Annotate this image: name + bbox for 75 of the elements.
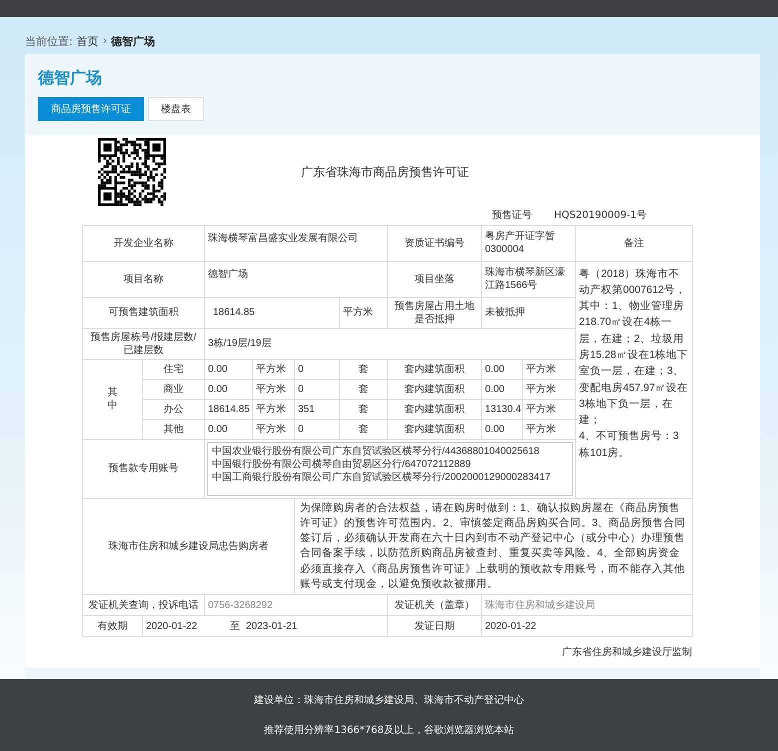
breadcrumb-link[interactable]: 首页 (76, 34, 99, 49)
certificate-title: 广东省珠海市商品房预售许可证 (301, 164, 469, 181)
table-cell: 平方米 (252, 399, 294, 420)
table-cell: 351 (294, 399, 340, 420)
table-cell: 套内建筑面积 (388, 359, 482, 380)
table-cell: 0.00 (204, 359, 252, 380)
account-line: 中国农业银行股份有限公司广东自贸试验区横琴分行/44368801040025618 (212, 444, 540, 458)
valid-to-date: 2023-01-21 (246, 620, 298, 632)
table-cell: 0.00 (204, 379, 252, 400)
table-cell: 平方米 (340, 297, 388, 328)
account-text-area[interactable]: 中国农业银行股份有限公司广东自贸试验区横琴分行/44368801040025618 中国银行股份有限公司横琴自由贸易区分行/647072112889 中国工商银行股份有限公司广东自贸试验区横琴分行/2002000129000283417 (207, 442, 573, 496)
table-cell: 发证机关（盖章） (388, 594, 482, 616)
table-cell: 可预售建筑面积 (82, 297, 204, 328)
breadcrumb-label: 当前位置: (25, 34, 73, 49)
table-cell: 其中 (108, 386, 118, 412)
table-cell: 预售款专用账号 (82, 439, 204, 498)
table-cell: 发证日期 (388, 616, 482, 636)
breadcrumb-link[interactable]: 德智广场 (111, 34, 156, 49)
table-cell: 项目坐落 (388, 261, 482, 298)
table-cell: 0756-3268292 (204, 594, 388, 616)
table-cell: 商业 (142, 379, 204, 400)
table-cell: 备注 (576, 225, 692, 262)
footer-text: 推荐使用分辨率1366*768及以上，谷歌浏览器浏览本站 (264, 724, 514, 737)
table-cell: 珠海市住房和城乡建设局 (482, 594, 692, 616)
table-cell: 套 (340, 399, 388, 420)
table-cell: 套 (340, 359, 388, 380)
table-cell: 资质证书编号 (388, 225, 482, 262)
footer-text: 建设单位：珠海市住房和城乡建设局、珠海市不动产登记中心 (254, 694, 524, 707)
account-line: 中国工商银行股份有限公司广东自贸试验区横琴分行/2002000129000283417 (212, 470, 552, 484)
table-cell: 2020-01-22 (482, 616, 692, 636)
table-cell: 珠海市住房和城乡建设局忠告购房者 (82, 498, 294, 594)
table-cell: 珠海市横琴新区濠江路1566号 (482, 261, 576, 298)
table-cell: 珠海横琴富昌盛实业发展有限公司 (204, 225, 388, 262)
table-cell: 18614.85 (204, 399, 252, 420)
to-label: 至 (230, 620, 240, 632)
breadcrumb-separator: › (102, 34, 108, 47)
table-cell: 0 (294, 419, 340, 440)
table-cell: 平方米 (252, 419, 294, 440)
table-cell: 发证机关查询，投诉电话 (82, 594, 204, 616)
table-cell: 平方米 (252, 359, 294, 380)
table-cell: 为保障购房者的合法权益，请在购房时做到：1、确认拟购房屋在《商品房预售许可证》的预售许可范围内。2、审慎签定商品房购买合同。3、商品房预售合同签订后，必须确认开发商在六十日内到市不动产登记中心（或分中心）办理预售合同备案手续，以防范所购商品房被查封、重复买卖等风险。4、全部购房资金必须直接存入《商品房预售许可证》上载明的预收款专用账号，而不能存入其他账号或支付现金，以避免预收款被挪用。 (294, 498, 692, 594)
table-cell: 0.00 (204, 419, 252, 440)
table-cell: 有效期 (82, 616, 142, 636)
table-cell: 平方米 (252, 379, 294, 400)
tab[interactable]: 楼盘表 (148, 96, 204, 121)
table-cell: 德智广场 (204, 261, 388, 298)
permit-number: HQS20190009-1号 (554, 208, 647, 222)
tab[interactable]: 商品房预售许可证 (38, 96, 144, 121)
table-cell: 0 (294, 359, 340, 380)
table-cell: 预售房屋栋号/报建层数/已建层数 (82, 328, 204, 360)
table-cell: 套内建筑面积 (388, 379, 482, 400)
page-title: 德智广场 (38, 68, 103, 89)
table-cell: 项目名称 (82, 261, 204, 298)
table-cell: 办公 (142, 399, 204, 420)
supervisor-text: 广东省住房和城乡建设厅监制 (561, 646, 692, 659)
table-cell: 粤（2018）珠海市不动产权第0007612号，其中：1、物业管理房218.70㎡设在4栋一层，在建；2、垃圾用房15.28㎡设在1栋地下室负一层，在建；3、变配电房457.97㎡设在3栋地下负一层，在建； 4、不可预售房号：3栋101房。 (576, 261, 692, 498)
valid-from-date: 2020-01-22 (146, 620, 198, 632)
table-cell: 其他 (142, 419, 204, 440)
table-cell: 0.00 (482, 359, 522, 380)
account-line: 中国银行股份有限公司横琴自由贸易区分行/647072112889 (212, 458, 472, 471)
table-cell: 住宅 (142, 359, 204, 380)
table-cell: 0.00 (482, 379, 522, 400)
qr-code-icon (98, 138, 166, 206)
table-cell: 13130.4 (482, 399, 522, 420)
table-cell: 预售房屋占用土地是否抵押 (388, 297, 482, 328)
table-cell: 0 (294, 379, 340, 400)
table-cell: 18614.85 (204, 297, 340, 328)
table-cell: 套 (340, 419, 388, 440)
table-cell: 套 (340, 379, 388, 400)
table-cell: 套内建筑面积 (388, 419, 482, 440)
permit-number-label: 预售证号 (492, 208, 532, 222)
table-cell: 套内建筑面积 (388, 399, 482, 420)
table-cell: 粤房产开证字暂0300004 (482, 225, 576, 262)
table-cell: 0.00 (482, 419, 522, 440)
table-cell: 开发企业名称 (82, 225, 204, 262)
